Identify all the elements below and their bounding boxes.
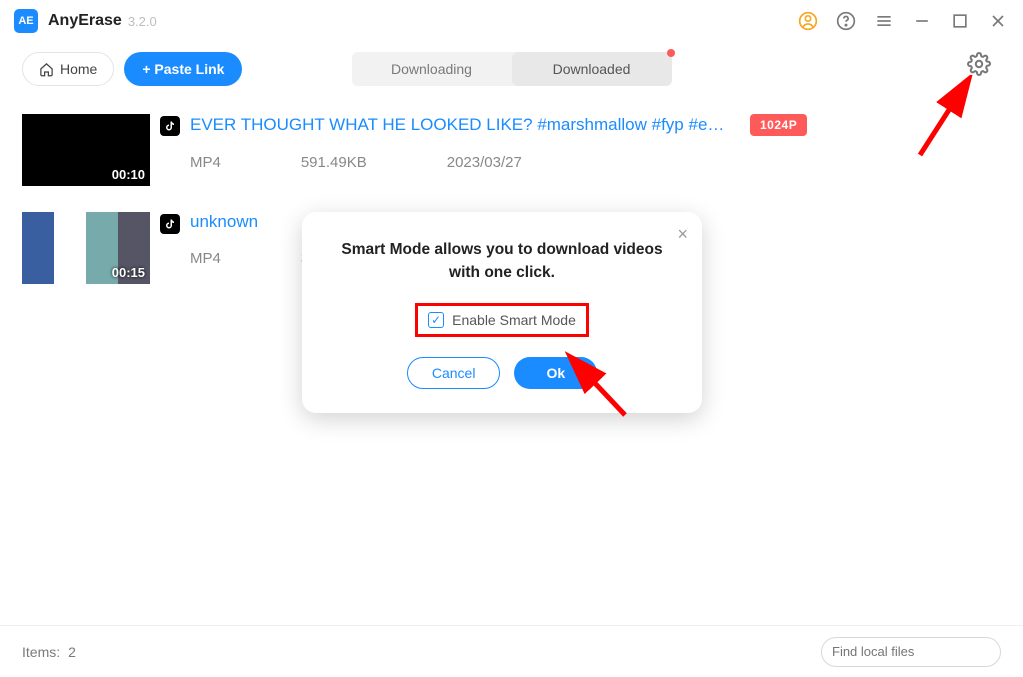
video-format: MP4 <box>190 154 221 171</box>
annotation-highlight-box: ✓ Enable Smart Mode <box>415 303 589 337</box>
minimize-icon[interactable] <box>911 10 933 32</box>
dialog-message-line1: Smart Mode allows you to download videos <box>341 241 662 258</box>
tiktok-icon <box>160 214 180 234</box>
items-count: 2 <box>68 644 76 660</box>
cancel-button[interactable]: Cancel <box>407 357 501 389</box>
toolbar: Home + Paste Link Downloading Downloaded <box>0 42 1023 96</box>
video-title-link[interactable]: EVER THOUGHT WHAT HE LOOKED LIKE? #marsh… <box>190 115 730 135</box>
list-item: 00:10 EVER THOUGHT WHAT HE LOOKED LIKE? … <box>22 108 1001 206</box>
home-label: Home <box>60 61 97 77</box>
enable-smart-mode-label: Enable Smart Mode <box>452 312 576 328</box>
tiktok-icon <box>160 116 180 136</box>
video-date: 2023/03/27 <box>447 154 522 171</box>
tab-switch: Downloading Downloaded <box>352 52 672 86</box>
app-version: 3.2.0 <box>128 14 157 29</box>
notification-dot-icon <box>667 49 675 57</box>
titlebar: AE AnyErase 3.2.0 <box>0 0 1023 42</box>
search-input[interactable] <box>832 644 1008 659</box>
home-icon <box>39 62 54 77</box>
tab-downloading[interactable]: Downloading <box>352 52 512 86</box>
dialog-close-button[interactable]: × <box>677 224 688 245</box>
settings-gear-icon[interactable] <box>967 52 993 78</box>
maximize-icon[interactable] <box>949 10 971 32</box>
menu-icon[interactable] <box>873 10 895 32</box>
ok-button[interactable]: Ok <box>514 357 597 389</box>
app-name: AnyErase <box>48 12 122 30</box>
help-icon[interactable] <box>835 10 857 32</box>
close-window-icon[interactable] <box>987 10 1009 32</box>
tab-downloaded-label: Downloaded <box>553 61 631 77</box>
video-duration: 00:15 <box>112 265 145 280</box>
item-meta: EVER THOUGHT WHAT HE LOOKED LIKE? #marsh… <box>190 114 1001 171</box>
profile-icon[interactable] <box>797 10 819 32</box>
statusbar: Items: 2 <box>0 625 1023 677</box>
video-format: MP4 <box>190 250 221 267</box>
enable-smart-mode-checkbox[interactable]: ✓ <box>428 312 444 328</box>
search-box[interactable] <box>821 637 1001 667</box>
items-label: Items: <box>22 644 60 660</box>
app-window: AE AnyErase 3.2.0 Home + Paste Link <box>0 0 1023 677</box>
video-thumbnail[interactable]: 00:10 <box>22 114 150 186</box>
dialog-message-line2: with one click. <box>449 264 555 281</box>
dialog-message: Smart Mode allows you to download videos… <box>332 238 672 285</box>
quality-badge: 1024P <box>750 114 807 136</box>
video-duration: 00:10 <box>112 167 145 182</box>
app-logo: AE <box>14 9 38 33</box>
tab-downloaded[interactable]: Downloaded <box>512 52 672 86</box>
home-button[interactable]: Home <box>22 52 114 86</box>
video-title-link[interactable]: unknown <box>190 212 258 232</box>
video-size: 591.49KB <box>301 154 367 171</box>
smart-mode-dialog: × Smart Mode allows you to download vide… <box>302 212 702 413</box>
video-thumbnail[interactable]: 00:15 <box>22 212 150 284</box>
paste-link-button[interactable]: + Paste Link <box>124 52 242 86</box>
